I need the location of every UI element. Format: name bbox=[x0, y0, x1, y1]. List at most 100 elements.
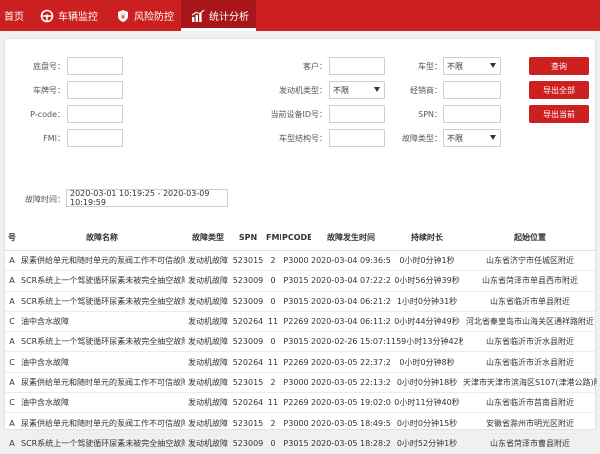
table-cell: 山东省临沂市沂水县附近 bbox=[463, 351, 597, 373]
table-cell: 2020-03-05 18:49:52 bbox=[311, 412, 391, 434]
table-cell: 2020-03-04 07:22:29 bbox=[311, 270, 391, 292]
table-row[interactable]: A SCR系统上一个驾驶循环尿素未被完全抽空故障 发动机故障 523009 0 P3015… bbox=[5, 331, 597, 353]
table-cell: 0小时0分钟1秒 bbox=[391, 250, 463, 272]
table-cell: 523015 bbox=[231, 372, 265, 394]
table-cell: 尿素供给单元和随时单元的泵阀工作不可信故障 bbox=[19, 372, 185, 394]
table-cell: A bbox=[5, 372, 19, 394]
table-cell: A bbox=[5, 250, 19, 272]
column-header: FMI bbox=[265, 224, 281, 251]
table-row[interactable]: C 油中含水故障 发动机故障 520264 11 P2269 2020-03-05 19:0… bbox=[5, 392, 597, 414]
table-cell: 2 bbox=[265, 250, 281, 272]
table-cell: 河北省秦皇岛市山海关区通祥路附近 bbox=[463, 311, 597, 333]
table-cell: 2020-03-04 06:21:27 bbox=[311, 291, 391, 312]
table-header-row: 号 故障名称 故障类型 SPN FMI PCODE 故障发生时间 持续时长 起始… bbox=[5, 224, 597, 251]
table-cell: 山东省临沂市沂水县附近 bbox=[463, 331, 597, 353]
model-label: 车型结构号： bbox=[279, 134, 327, 143]
nav-risk-control[interactable]: ¥ 风险防控 bbox=[114, 0, 182, 31]
column-header: PCODE bbox=[281, 224, 311, 251]
pcode-input[interactable] bbox=[67, 105, 123, 123]
table-cell: 0小时11分钟40秒 bbox=[391, 392, 463, 414]
fault-type-label: 故障类型： bbox=[402, 134, 442, 143]
shield-money-icon: ¥ bbox=[118, 9, 128, 22]
table-cell: A bbox=[5, 270, 19, 292]
table-row[interactable]: C 油中含水故障 发动机故障 520264 11 P2269 2020-03-05 22:3… bbox=[5, 351, 597, 373]
table-cell: 11 bbox=[265, 351, 281, 373]
table-cell: 2020-03-04 09:36:55 bbox=[311, 250, 391, 272]
table-cell: 0小时44分钟49秒 bbox=[391, 311, 463, 333]
table-row[interactable]: C 油中含水故障 发动机故障 520264 11 P2269 2020-03-04 06:1… bbox=[5, 311, 597, 333]
table-cell: 发动机故障 bbox=[185, 372, 231, 394]
table-cell: 发动机故障 bbox=[185, 250, 231, 272]
fmi-label: FMI： bbox=[43, 134, 65, 143]
table-cell: 2 bbox=[265, 372, 281, 394]
table-cell: 520264 bbox=[231, 351, 265, 373]
export-current-button[interactable]: 导出当前 bbox=[529, 105, 589, 123]
table-row[interactable]: A 尿素供给单元和随时单元的泵阀工作不可信故障 发动机故障 523015 2 P3000 2… bbox=[5, 412, 597, 434]
column-header: 起始位置 bbox=[463, 224, 597, 251]
spn-label: SPN： bbox=[418, 110, 442, 119]
dealer-input[interactable] bbox=[443, 81, 501, 99]
engine-type-select[interactable]: 不限 bbox=[329, 81, 385, 99]
table-cell: 山东省临沂市单县附近 bbox=[463, 291, 597, 312]
table-cell: 尿素供给单元和随时单元的泵阀工作不可信故障 bbox=[19, 412, 185, 434]
table-cell: 11 bbox=[265, 392, 281, 414]
plate-input[interactable] bbox=[67, 81, 123, 99]
table-cell: 2020-03-05 19:02:02 bbox=[311, 392, 391, 414]
table-cell: 2020-03-05 22:13:25 bbox=[311, 372, 391, 394]
chevron-down-icon bbox=[374, 87, 380, 92]
table-cell: 1小时0分钟31秒 bbox=[391, 291, 463, 312]
chassis-input[interactable] bbox=[67, 57, 123, 75]
table-cell: P3000 bbox=[281, 372, 311, 394]
table-cell: 2020-03-04 06:11:29 bbox=[311, 311, 391, 333]
fmi-input[interactable] bbox=[67, 129, 123, 147]
nav-vehicle-monitor[interactable]: 车辆监控 bbox=[38, 0, 106, 31]
table-cell: 油中含水故障 bbox=[19, 351, 185, 373]
table-cell: SCR系统上一个驾驶循环尿素未被完全抽空故障 bbox=[19, 331, 185, 353]
engine-type-value: 不限 bbox=[333, 85, 349, 95]
fault-type-select[interactable]: 不限 bbox=[443, 129, 501, 147]
column-header: 故障类型 bbox=[185, 224, 231, 251]
table-cell: P3000 bbox=[281, 412, 311, 434]
bar-chart-icon bbox=[191, 9, 205, 22]
terminal-id-input[interactable] bbox=[329, 105, 385, 123]
query-button[interactable]: 查询 bbox=[529, 57, 589, 75]
table-cell: 0 bbox=[265, 270, 281, 292]
nav-risk-control-label: 风险防控 bbox=[134, 12, 174, 23]
table-cell: 油中含水故障 bbox=[19, 311, 185, 333]
fault-type-value: 不限 bbox=[447, 133, 463, 143]
nav-home[interactable]: 首页 bbox=[4, 0, 32, 31]
chassis-label: 底盘号： bbox=[33, 62, 65, 71]
table-cell: P2269 bbox=[281, 311, 311, 333]
table-cell: 0 bbox=[265, 331, 281, 353]
column-header: 持续时长 bbox=[391, 224, 463, 251]
table-cell: A bbox=[5, 331, 19, 353]
table-row[interactable]: A SCR系统上一个驾驶循环尿素未被完全抽空故障 发动机故障 523009 0 P3015… bbox=[5, 291, 597, 312]
column-header: SPN bbox=[231, 224, 265, 251]
fault-time-range-input[interactable]: 2020-03-01 10:19:25 - 2020-03-09 10:19:5… bbox=[66, 189, 228, 207]
table-cell: P2269 bbox=[281, 392, 311, 414]
table-cell: P3015 bbox=[281, 331, 311, 353]
table-cell: C bbox=[5, 392, 19, 414]
vehicle-type-value: 不限 bbox=[447, 61, 463, 71]
table-cell: 2 bbox=[265, 412, 281, 434]
spn-input[interactable] bbox=[443, 105, 501, 123]
table-cell: 发动机故障 bbox=[185, 412, 231, 434]
table-cell: P3015 bbox=[281, 433, 311, 454]
table-row[interactable]: A 尿素供给单元和随时单元的泵阀工作不可信故障 发动机故障 523015 2 P3000 2… bbox=[5, 250, 597, 272]
model-input[interactable] bbox=[329, 129, 385, 147]
svg-text:¥: ¥ bbox=[121, 13, 126, 21]
fault-time-label: 故障时间： bbox=[25, 195, 65, 204]
nav-statistics-label: 统计分析 bbox=[209, 12, 249, 23]
table-cell: 天津市天津市滨海区S107(津港公路)附近 bbox=[463, 372, 597, 394]
table-row[interactable]: A 尿素供给单元和随时单元的泵阀工作不可信故障 发动机故障 523015 2 P3000 2… bbox=[5, 372, 597, 394]
export-all-button[interactable]: 导出全部 bbox=[529, 81, 589, 99]
vehicle-type-label: 车型： bbox=[418, 62, 442, 71]
table-row[interactable]: A SCR系统上一个驾驶循环尿素未被完全抽空故障 发动机故障 523009 0 P3015… bbox=[5, 270, 597, 292]
table-cell: A bbox=[5, 433, 19, 454]
customer-input[interactable] bbox=[329, 57, 385, 75]
nav-statistics[interactable]: 统计分析 bbox=[181, 0, 256, 31]
vehicle-type-select[interactable]: 不限 bbox=[443, 57, 501, 75]
table-row[interactable]: A SCR系统上一个驾驶循环尿素未被完全抽空故障 发动机故障 523009 0 P3015… bbox=[5, 433, 597, 454]
column-header: 故障名称 bbox=[19, 224, 185, 251]
table-cell: 山东省菏泽市单县西市附近 bbox=[463, 270, 597, 292]
